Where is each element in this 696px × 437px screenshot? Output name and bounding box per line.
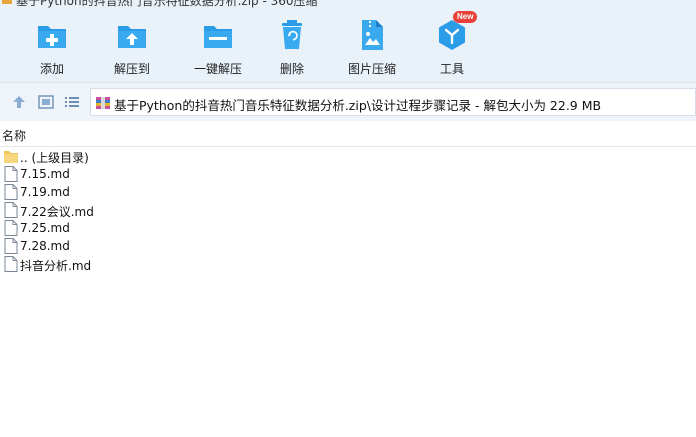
list-item[interactable]: 7.19.md bbox=[0, 183, 696, 201]
window-title: 基于Python的抖音热门音乐特征数据分析.zip - 360压缩 bbox=[16, 0, 318, 8]
list-item[interactable]: 7.22会议.md bbox=[0, 201, 696, 219]
new-badge: New bbox=[453, 11, 478, 23]
column-name-header[interactable]: 名称 bbox=[2, 127, 26, 144]
file-icon bbox=[4, 238, 18, 254]
toolbar: 添加 解压到 一键解压 删除 图片压缩 New 工具 bbox=[0, 8, 696, 82]
add-button[interactable]: 添加 bbox=[17, 18, 87, 80]
app-icon bbox=[2, 0, 12, 4]
add-icon bbox=[35, 18, 69, 52]
title-bar: 基于Python的抖音热门音乐特征数据分析.zip - 360压缩 bbox=[0, 0, 696, 8]
folder-icon bbox=[4, 148, 18, 164]
file-icon bbox=[4, 166, 18, 182]
file-icon bbox=[4, 256, 18, 272]
tools-button[interactable]: New 工具 bbox=[417, 11, 487, 80]
extract-to-button[interactable]: 解压到 bbox=[97, 18, 167, 80]
up-arrow-icon[interactable] bbox=[10, 93, 28, 111]
address-bar: 基于Python的抖音热门音乐特征数据分析.zip\设计过程步骤记录 - 解包大… bbox=[0, 82, 696, 122]
file-icon bbox=[4, 220, 18, 236]
archive-path: 基于Python的抖音热门音乐特征数据分析.zip\设计过程步骤记录 - 解包大… bbox=[114, 98, 602, 113]
extract-to-label: 解压到 bbox=[113, 62, 150, 76]
column-header: 名称 bbox=[0, 121, 696, 147]
file-name: 7.15.md bbox=[20, 167, 70, 181]
file-name: 抖音分析.md bbox=[20, 259, 92, 273]
list-item[interactable]: 抖音分析.md bbox=[0, 255, 696, 273]
one-click-extract-icon bbox=[201, 18, 235, 52]
image-compress-label: 图片压缩 bbox=[347, 62, 396, 76]
tools-label: 工具 bbox=[439, 62, 464, 76]
list-item[interactable]: 7.28.md bbox=[0, 237, 696, 255]
file-list: .. (上级目录) 7.15.md 7.19.md 7.22会议.md 7.25… bbox=[0, 147, 696, 273]
thumbnail-view-icon[interactable] bbox=[37, 93, 55, 111]
one-click-extract-label: 一键解压 bbox=[193, 62, 242, 76]
path-field[interactable]: 基于Python的抖音热门音乐特征数据分析.zip\设计过程步骤记录 - 解包大… bbox=[90, 88, 696, 116]
image-compress-button[interactable]: 图片压缩 bbox=[337, 18, 407, 80]
list-item[interactable]: .. (上级目录) bbox=[0, 147, 696, 165]
image-compress-icon bbox=[355, 18, 389, 52]
file-icon bbox=[4, 184, 18, 200]
list-item[interactable]: 7.25.md bbox=[0, 219, 696, 237]
delete-button[interactable]: 删除 bbox=[257, 18, 327, 80]
add-label: 添加 bbox=[39, 62, 64, 76]
extract-to-icon bbox=[115, 18, 149, 52]
file-name: 7.28.md bbox=[20, 239, 70, 253]
file-name: 7.19.md bbox=[20, 185, 70, 199]
list-item[interactable]: 7.15.md bbox=[0, 165, 696, 183]
file-icon bbox=[4, 202, 18, 218]
tools-icon: New bbox=[435, 11, 478, 52]
one-click-extract-button[interactable]: 一键解压 bbox=[183, 18, 253, 80]
file-name: .. (上级目录) bbox=[20, 151, 89, 165]
delete-icon bbox=[275, 18, 309, 52]
file-name: 7.22会议.md bbox=[20, 205, 94, 219]
delete-label: 删除 bbox=[279, 62, 304, 76]
file-name: 7.25.md bbox=[20, 221, 70, 235]
list-view-icon[interactable] bbox=[63, 93, 81, 111]
zip-archive-icon bbox=[95, 95, 111, 111]
